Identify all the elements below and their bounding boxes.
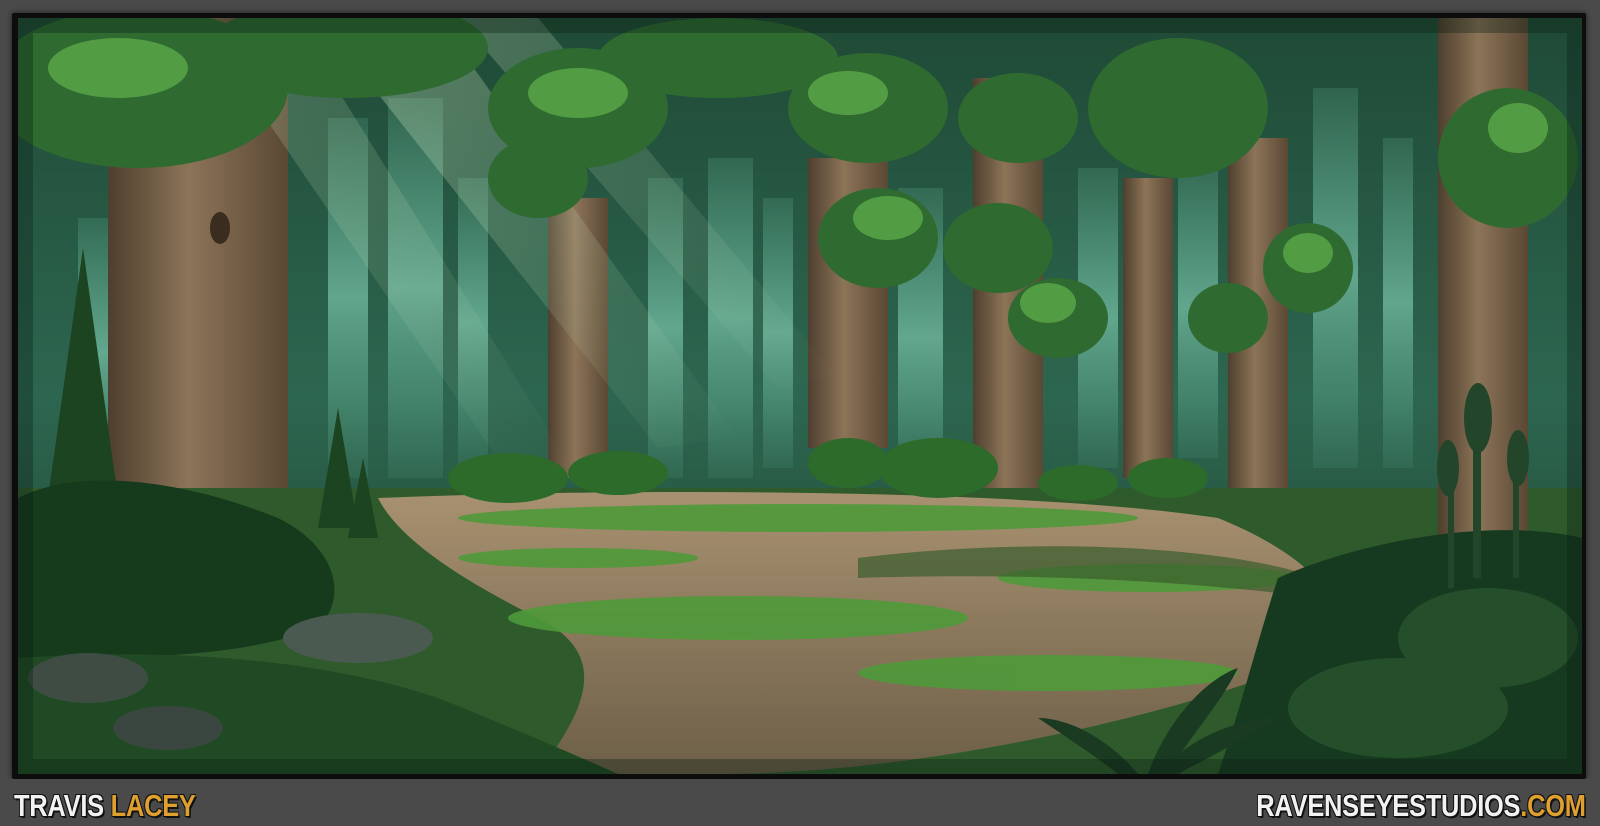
artist-first-name: TRAVIS bbox=[14, 788, 104, 823]
credit-bar: TRAVIS LACEY RAVENSEYESTUDIOS.COM bbox=[0, 779, 1600, 826]
website-tld: .COM bbox=[1520, 788, 1587, 823]
artist-credit: TRAVIS LACEY bbox=[14, 788, 196, 824]
forest-painting bbox=[18, 18, 1582, 774]
website-name: RAVENSEYESTUDIOS bbox=[1256, 788, 1521, 823]
artist-last-name: LACEY bbox=[110, 788, 196, 823]
website-credit: RAVENSEYESTUDIOS.COM bbox=[1256, 788, 1587, 824]
